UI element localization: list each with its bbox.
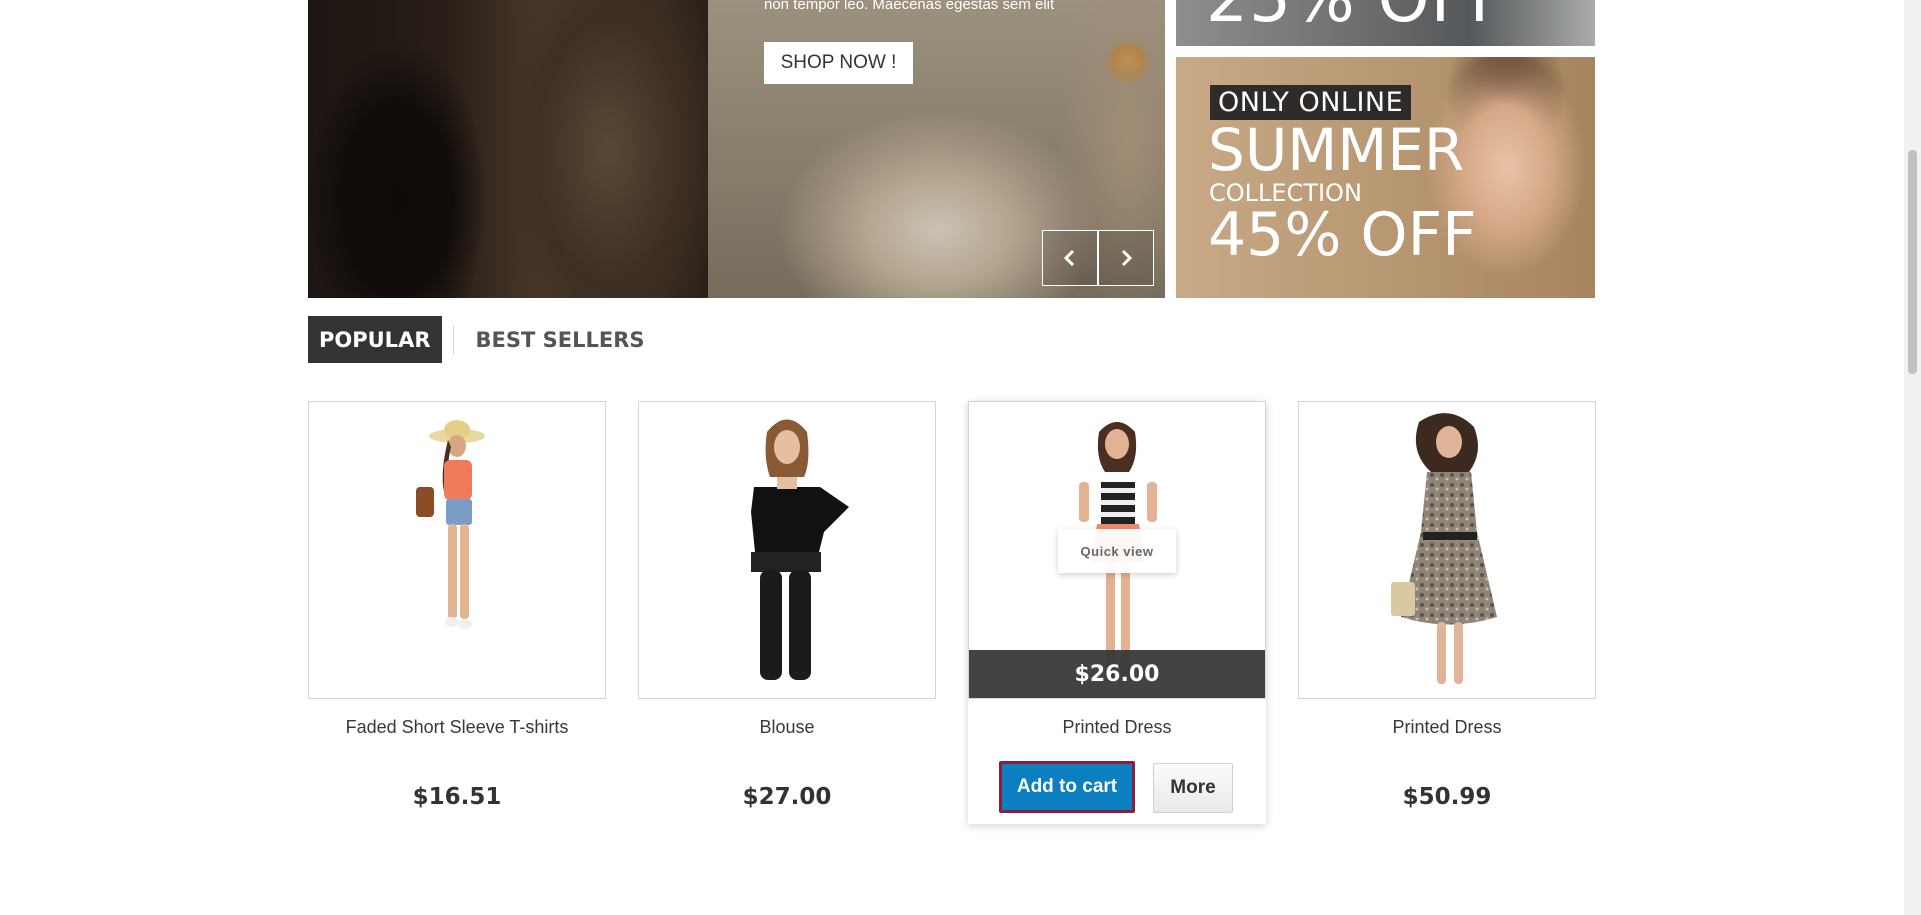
product-image[interactable]: [1298, 401, 1596, 699]
add-to-cart-button[interactable]: Add to cart: [999, 761, 1135, 813]
slide-image-couple: [308, 0, 708, 298]
slide-caption: non tempor leo. Maecenas egestas sem eli…: [764, 0, 1055, 13]
banner-badge: ONLY ONLINE: [1210, 85, 1412, 120]
product-photo: [751, 419, 849, 680]
product-image[interactable]: [638, 401, 936, 699]
product-tabs: POPULAR BEST SELLERS: [308, 316, 655, 363]
product-name[interactable]: Faded Short Sleeve T-shirts: [308, 717, 606, 738]
shop-now-button[interactable]: SHOP NOW !: [764, 42, 913, 84]
banner-discount: 45% OFF: [1208, 200, 1477, 270]
tab-best-sellers[interactable]: BEST SELLERS: [454, 316, 656, 363]
quick-view-button[interactable]: Quick view: [1058, 529, 1176, 573]
product-name[interactable]: Blouse: [638, 717, 936, 738]
product-photo: [1391, 413, 1497, 684]
price-overlay: $26.00: [969, 650, 1265, 698]
chevron-left-icon: [1063, 249, 1075, 267]
banner-top[interactable]: 25% OFF: [1176, 0, 1595, 46]
product-card[interactable]: Quick view $26.00 Printed Dress Add to c…: [968, 401, 1266, 824]
product-image[interactable]: [308, 401, 606, 699]
banner-top-text: 25% OFF: [1206, 0, 1509, 37]
product-price: $27.00: [742, 784, 832, 810]
slider-next-button[interactable]: [1098, 230, 1154, 286]
product-card[interactable]: Printed Dress $50.99: [1298, 401, 1596, 824]
tab-popular[interactable]: POPULAR: [308, 316, 442, 363]
vertical-scrollbar[interactable]: [1904, 0, 1921, 915]
product-card[interactable]: Blouse $27.00: [638, 401, 936, 824]
product-card[interactable]: Faded Short Sleeve T-shirts $16.51: [308, 401, 606, 824]
scrollbar-thumb[interactable]: [1908, 150, 1917, 374]
banner-summer-collection[interactable]: ONLY ONLINE SUMMER COLLECTION 45% OFF: [1176, 57, 1595, 298]
product-name[interactable]: Printed Dress: [1298, 717, 1596, 738]
product-price: $16.51: [412, 784, 502, 810]
product-name[interactable]: Printed Dress: [968, 717, 1266, 738]
page: non tempor leo. Maecenas egestas sem eli…: [0, 0, 1904, 915]
banner-headline: SUMMER: [1208, 116, 1465, 184]
product-photo: [416, 420, 485, 629]
slider-nav: [1042, 230, 1154, 286]
hero-slider[interactable]: non tempor leo. Maecenas egestas sem eli…: [308, 0, 1165, 298]
slider-prev-button[interactable]: [1042, 230, 1098, 286]
chevron-right-icon: [1121, 249, 1133, 267]
product-price: $50.99: [1402, 784, 1492, 810]
more-button[interactable]: More: [1153, 763, 1233, 813]
